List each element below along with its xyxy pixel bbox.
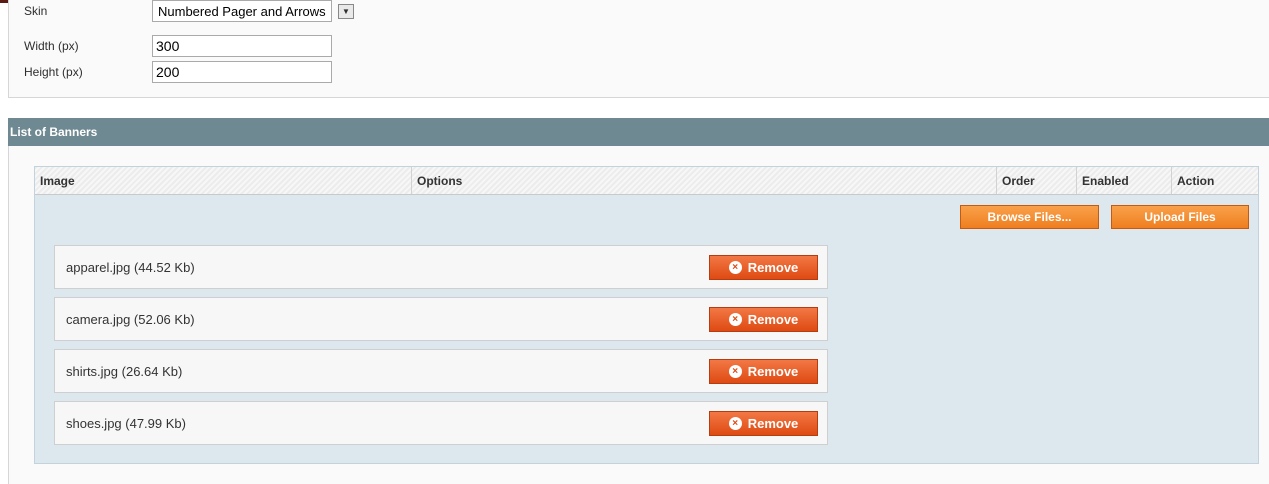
- remove-label: Remove: [747, 260, 799, 275]
- remove-label: Remove: [747, 312, 799, 327]
- width-field[interactable]: [152, 35, 332, 57]
- column-action: Action: [1177, 173, 1215, 188]
- remove-button[interactable]: × Remove: [709, 255, 818, 280]
- height-row: Height (px): [24, 61, 332, 83]
- height-field[interactable]: [152, 61, 332, 83]
- skin-label: Skin: [24, 4, 48, 18]
- remove-label: Remove: [747, 364, 799, 379]
- file-name: camera.jpg (52.06 Kb): [66, 311, 195, 327]
- section-title: List of Banners: [10, 125, 98, 139]
- remove-label: Remove: [747, 416, 799, 431]
- list-item: shoes.jpg (47.99 Kb) × Remove: [54, 401, 828, 445]
- list-item: apparel.jpg (44.52 Kb) × Remove: [54, 245, 828, 289]
- browse-files-button[interactable]: Browse Files...: [960, 205, 1099, 229]
- column-image: Image: [35, 167, 412, 194]
- skin-select-value: Numbered Pager and Arrows: [158, 3, 326, 19]
- width-label: Width (px): [24, 39, 79, 53]
- close-icon: ×: [728, 313, 742, 326]
- height-label: Height (px): [24, 65, 83, 79]
- skin-row: Skin Numbered Pager and Arrows ▼: [24, 0, 354, 29]
- skin-select[interactable]: Numbered Pager and Arrows: [152, 0, 332, 22]
- list-item: camera.jpg (52.06 Kb) × Remove: [54, 297, 828, 341]
- width-row: Width (px): [24, 35, 332, 57]
- grid-header: Image Options Order Enabled Action: [35, 167, 1258, 195]
- section-header: List of Banners: [8, 118, 1269, 146]
- remove-button[interactable]: × Remove: [709, 359, 818, 384]
- remove-button[interactable]: × Remove: [709, 411, 818, 436]
- column-options: Options: [412, 167, 997, 194]
- column-order: Order: [997, 167, 1077, 194]
- chevron-down-icon[interactable]: ▼: [338, 3, 354, 19]
- list-item: shirts.jpg (26.64 Kb) × Remove: [54, 349, 828, 393]
- close-icon: ×: [728, 417, 742, 430]
- close-icon: ×: [728, 261, 742, 274]
- file-list: apparel.jpg (44.52 Kb) × Remove camera.j…: [54, 245, 828, 453]
- close-icon: ×: [728, 365, 742, 378]
- upload-files-button[interactable]: Upload Files: [1111, 205, 1249, 229]
- remove-button[interactable]: × Remove: [709, 307, 818, 332]
- file-name: shirts.jpg (26.64 Kb): [66, 363, 183, 379]
- file-name: apparel.jpg (44.52 Kb): [66, 259, 195, 275]
- file-name: shoes.jpg (47.99 Kb): [66, 415, 186, 431]
- column-enabled: Enabled: [1077, 167, 1172, 194]
